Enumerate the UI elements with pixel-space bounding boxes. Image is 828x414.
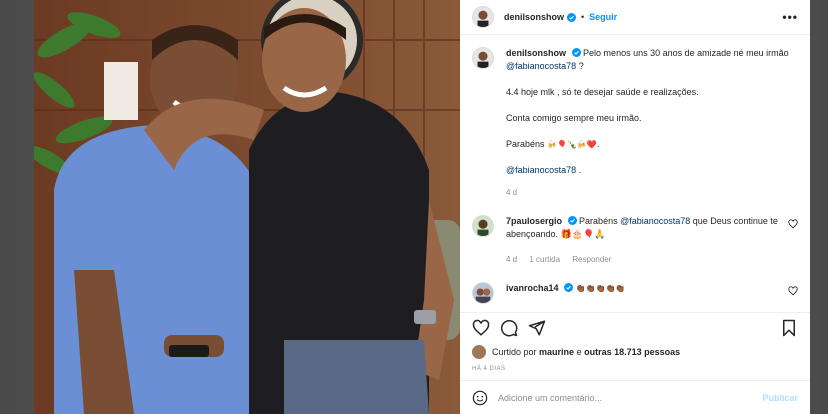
verified-icon (571, 48, 581, 57)
comment-username[interactable]: 7paulosergio (506, 216, 562, 226)
comment-item: ivanrocha14 👏🏾👏🏾👏🏾👏🏾👏🏾 (472, 282, 798, 304)
caption-text-5-end: . (576, 165, 582, 175)
caption-text-1: Pelo menos uns 30 anos de amizade né meu… (583, 48, 789, 58)
reply-button[interactable]: Responder (572, 255, 611, 264)
comment-username[interactable]: ivanrocha14 (506, 283, 559, 293)
separator-dot: • (581, 12, 585, 22)
mention-link[interactable]: @fabianocosta78 (506, 165, 576, 175)
likes-summary: Curtido por maurine e outras 18.713 pess… (460, 342, 810, 362)
comment-avatar[interactable] (472, 282, 494, 304)
comments-list: denilsonshow Pelo menos uns 30 anos de a… (460, 35, 810, 312)
mention-link[interactable]: @fabianocosta78 (506, 61, 576, 71)
bookmark-icon[interactable] (780, 319, 798, 337)
post-side-panel: denilsonshow • Seguir ••• denilsonshow P… (460, 0, 810, 414)
caption-text-4: Parabéns (506, 139, 545, 149)
caption-line-2: 4.4 hoje mlk , só te desejar saúde e rea… (506, 87, 699, 97)
like-comment-icon[interactable] (788, 219, 798, 229)
verified-icon (567, 216, 577, 225)
comment-likes-count[interactable]: 1 curtida (529, 255, 560, 264)
share-icon[interactable] (528, 319, 546, 337)
post-actions (460, 312, 810, 342)
post-header: denilsonshow • Seguir ••• (460, 0, 810, 35)
heart-icon[interactable] (472, 319, 490, 337)
caption-avatar[interactable] (472, 47, 494, 69)
caption-line-3: Conta comigo sempre meu irmão. (506, 113, 642, 123)
follow-button[interactable]: Seguir (589, 12, 617, 22)
caption-emoji: 🍻🎈🍾🍻❤️. (547, 140, 600, 149)
likes-others[interactable]: outras 18.713 pessoas (584, 347, 680, 357)
like-comment-icon[interactable] (788, 286, 798, 296)
comment-item: 7paulosergio Parabéns @fabianocosta78 qu… (472, 215, 798, 266)
author-avatar[interactable] (472, 6, 494, 28)
liker-username[interactable]: maurine (539, 347, 574, 357)
comment-text: 👏🏾👏🏾👏🏾👏🏾👏🏾 (575, 284, 626, 293)
caption-line-1: denilsonshow Pelo menos uns 30 anos de a… (506, 47, 798, 73)
comment-text: Parabéns (579, 216, 618, 226)
author-username[interactable]: denilsonshow (504, 12, 564, 22)
post-caption: denilsonshow Pelo menos uns 30 anos de a… (472, 47, 798, 199)
add-comment-bar: Publicar (460, 380, 810, 414)
post-modal: denilsonshow • Seguir ••• denilsonshow P… (34, 0, 810, 414)
caption-line-4: Parabéns 🍻🎈🍾🍻❤️. (506, 138, 798, 151)
likes-middle: e (576, 347, 582, 357)
comment-meta: 4 d 1 curtida Responder (506, 253, 788, 266)
comment-age: 4 d (506, 255, 518, 264)
emoji-icon[interactable] (472, 390, 488, 406)
more-options-button[interactable]: ••• (782, 10, 798, 24)
publish-button[interactable]: Publicar (762, 393, 798, 403)
caption-age: 4 d (506, 188, 518, 197)
verified-icon (564, 283, 574, 292)
verified-icon (567, 12, 577, 22)
comment-input[interactable] (498, 392, 763, 403)
caption-username[interactable]: denilsonshow (506, 48, 566, 58)
comment-avatar[interactable] (472, 215, 494, 237)
post-timestamp: HÁ 4 DIAS (472, 366, 506, 372)
likes-prefix: Curtido por (492, 347, 537, 357)
liker-avatar[interactable] (472, 345, 486, 359)
caption-line-5: @fabianocosta78 . (506, 164, 798, 177)
post-photo (34, 0, 460, 414)
caption-text-1-end: ? (576, 61, 584, 71)
mention-link[interactable]: @fabianocosta78 (620, 216, 690, 226)
comment-icon[interactable] (500, 319, 518, 337)
